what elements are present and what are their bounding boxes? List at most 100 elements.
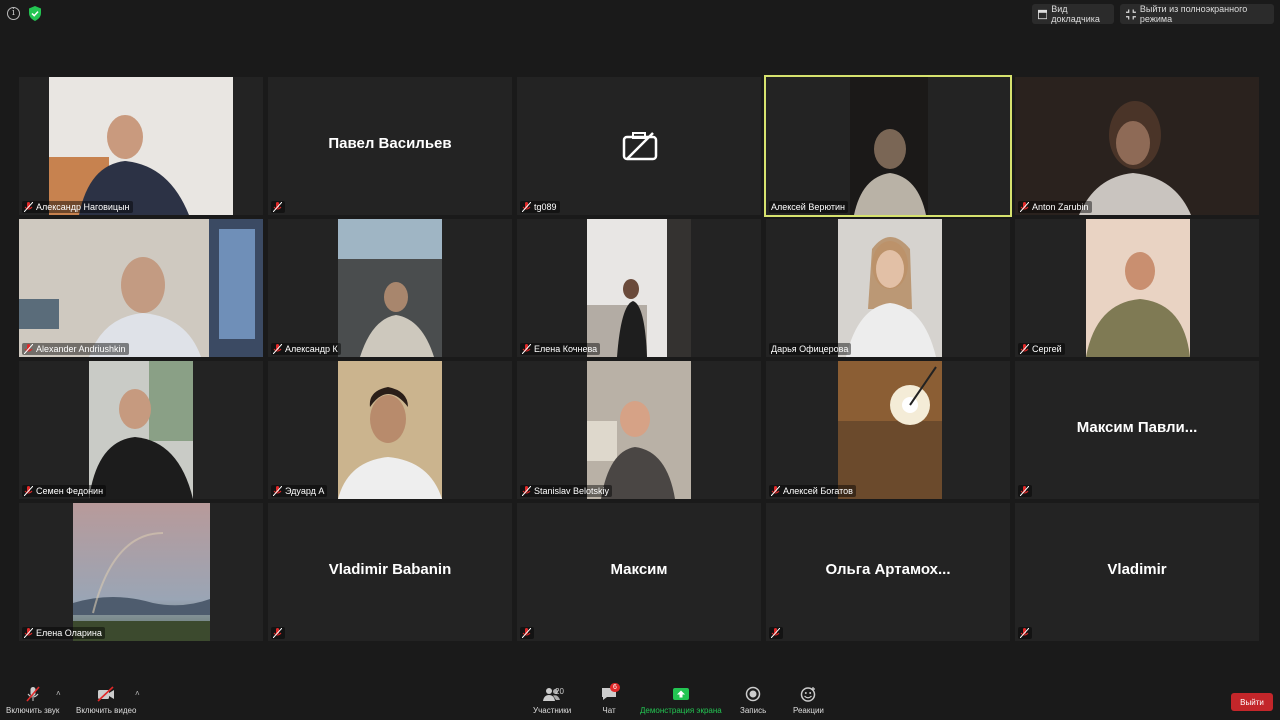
- participant-label: [520, 627, 534, 639]
- reactions-label: Реакции: [793, 706, 824, 715]
- smiley-icon: [801, 687, 816, 702]
- participant-name: Александр К: [285, 344, 338, 354]
- video-feed: [73, 503, 210, 641]
- participant-tile[interactable]: Alexander Andriushkin: [19, 219, 263, 357]
- participant-label: Stanislav Belotskiy: [520, 485, 613, 497]
- participants-count: 20: [555, 687, 564, 696]
- participant-display-name: Павел Васильев: [328, 135, 452, 152]
- participant-name: Эдуард А: [285, 486, 325, 496]
- share-screen-label: Демонстрация экрана: [640, 706, 722, 715]
- participant-label: [271, 627, 285, 639]
- video-feed: [587, 219, 691, 357]
- participant-tile[interactable]: Максим: [517, 503, 761, 641]
- participant-name: Дарья Офицерова: [771, 344, 849, 354]
- participant-display-name: Vladimir: [1107, 561, 1167, 578]
- exit-fullscreen-button[interactable]: Выйти из полноэкранного режима: [1120, 4, 1274, 24]
- video-feed: [587, 361, 691, 499]
- participant-tile[interactable]: Александр Наговицын: [19, 77, 263, 215]
- participant-name: Алексей Верютин: [771, 202, 846, 212]
- participant-tile[interactable]: Елена Оларина: [19, 503, 263, 641]
- record-button[interactable]: Запись: [740, 686, 766, 715]
- gallery-grid: Александр Наговицын Павел Васильев tg089…: [19, 75, 1262, 643]
- participant-tile[interactable]: Елена Кочнева: [517, 219, 761, 357]
- participant-tile[interactable]: tg089: [517, 77, 761, 215]
- participant-label: Елена Оларина: [22, 627, 105, 639]
- reactions-button[interactable]: Реакции: [793, 686, 824, 715]
- video-off-icon: [97, 686, 115, 702]
- chat-button[interactable]: 6 Чат: [600, 683, 620, 715]
- muted-mic-icon: [24, 344, 33, 354]
- video-options-chevron-up-icon[interactable]: ˄: [135, 689, 140, 698]
- participant-display-name: Ольга Артамох...: [825, 561, 951, 578]
- start-video-button[interactable]: Включить видео: [76, 686, 136, 715]
- participant-display-name: Максим Павли...: [1076, 419, 1198, 436]
- participant-tile[interactable]: Семен Федонин: [19, 361, 263, 499]
- participant-label: tg089: [520, 201, 560, 213]
- speaker-view-label: Вид докладчика: [1051, 4, 1100, 24]
- participant-tile[interactable]: Stanislav Belotskiy: [517, 361, 761, 499]
- muted-mic-icon: [522, 628, 531, 638]
- participants-button[interactable]: 20 Участники: [533, 686, 571, 715]
- video-feed: [49, 77, 233, 215]
- participant-tile[interactable]: Александр К: [268, 219, 512, 357]
- share-screen-button[interactable]: Демонстрация экрана: [640, 686, 722, 715]
- participant-label: Сергей: [1018, 343, 1065, 355]
- participant-name: Алексей Богатов: [783, 486, 853, 496]
- participant-tile[interactable]: Максим Павли...: [1015, 361, 1259, 499]
- muted-mic-icon: [1020, 344, 1029, 354]
- participant-label: Эдуард А: [271, 485, 328, 497]
- encryption-shield-icon[interactable]: [28, 6, 42, 21]
- share-screen-icon: [672, 688, 689, 700]
- chat-unread-badge: 6: [610, 683, 620, 692]
- muted-mic-icon: [273, 486, 282, 496]
- participant-label: Anton Zarubin: [1018, 201, 1092, 213]
- top-bar: i Вид докладчика Выйти из полноэкранного…: [0, 0, 1280, 28]
- participant-name: Alexander Andriushkin: [36, 344, 126, 354]
- participant-label: [1018, 485, 1032, 497]
- muted-mic-icon: [273, 344, 282, 354]
- video-feed: [850, 77, 928, 215]
- info-icon[interactable]: i: [7, 7, 20, 20]
- participant-label: Алексей Верютин: [769, 201, 849, 213]
- participant-tile[interactable]: Эдуард А: [268, 361, 512, 499]
- video-feed: [19, 219, 263, 357]
- audio-options-chevron-up-icon[interactable]: ˄: [56, 689, 61, 698]
- participant-tile[interactable]: Павел Васильев: [268, 77, 512, 215]
- participant-tile[interactable]: Дарья Офицерова: [766, 219, 1010, 357]
- participant-tile[interactable]: Anton Zarubin: [1015, 77, 1259, 215]
- leave-meeting-button[interactable]: Выйти: [1231, 693, 1273, 711]
- participant-tile[interactable]: Сергей: [1015, 219, 1259, 357]
- participant-name: Елена Оларина: [36, 628, 102, 638]
- participant-label: [769, 627, 783, 639]
- participant-display-name: Максим: [610, 561, 668, 578]
- participant-label: [271, 201, 285, 213]
- muted-mic-icon: [24, 628, 33, 638]
- participant-label: Алексей Богатов: [769, 485, 856, 497]
- muted-mic-icon: [1020, 486, 1029, 496]
- muted-mic-icon: [26, 686, 40, 702]
- participant-label: Дарья Офицерова: [769, 343, 852, 355]
- participant-name: Anton Zarubin: [1032, 202, 1089, 212]
- exit-fullscreen-icon: [1126, 9, 1136, 19]
- participant-tile[interactable]: Ольга Артамох...: [766, 503, 1010, 641]
- muted-mic-icon: [522, 486, 531, 496]
- participant-label: Александр Наговицын: [22, 201, 133, 213]
- video-feed: [838, 219, 942, 357]
- participant-name: tg089: [534, 202, 557, 212]
- participant-tile[interactable]: Vladimir Babanin: [268, 503, 512, 641]
- participant-label: Елена Кочнева: [520, 343, 601, 355]
- muted-mic-icon: [273, 202, 282, 212]
- muted-mic-icon: [771, 628, 780, 638]
- participant-label: Семен Федонин: [22, 485, 107, 497]
- unmute-button[interactable]: Включить звук: [6, 686, 59, 715]
- participants-label: Участники: [533, 706, 572, 715]
- participant-tile[interactable]: Алексей Богатов: [766, 361, 1010, 499]
- participant-name: Семен Федонин: [36, 486, 104, 496]
- participant-name: Stanislav Belotskiy: [534, 486, 610, 496]
- participant-label: [1018, 627, 1032, 639]
- participant-tile[interactable]: Vladimir: [1015, 503, 1259, 641]
- speaker-view-button[interactable]: Вид докладчика: [1032, 4, 1114, 24]
- exit-fullscreen-label: Выйти из полноэкранного режима: [1139, 4, 1248, 24]
- video-feed: [1086, 219, 1190, 357]
- participant-tile-active-speaker[interactable]: Алексей Верютин: [764, 75, 1012, 217]
